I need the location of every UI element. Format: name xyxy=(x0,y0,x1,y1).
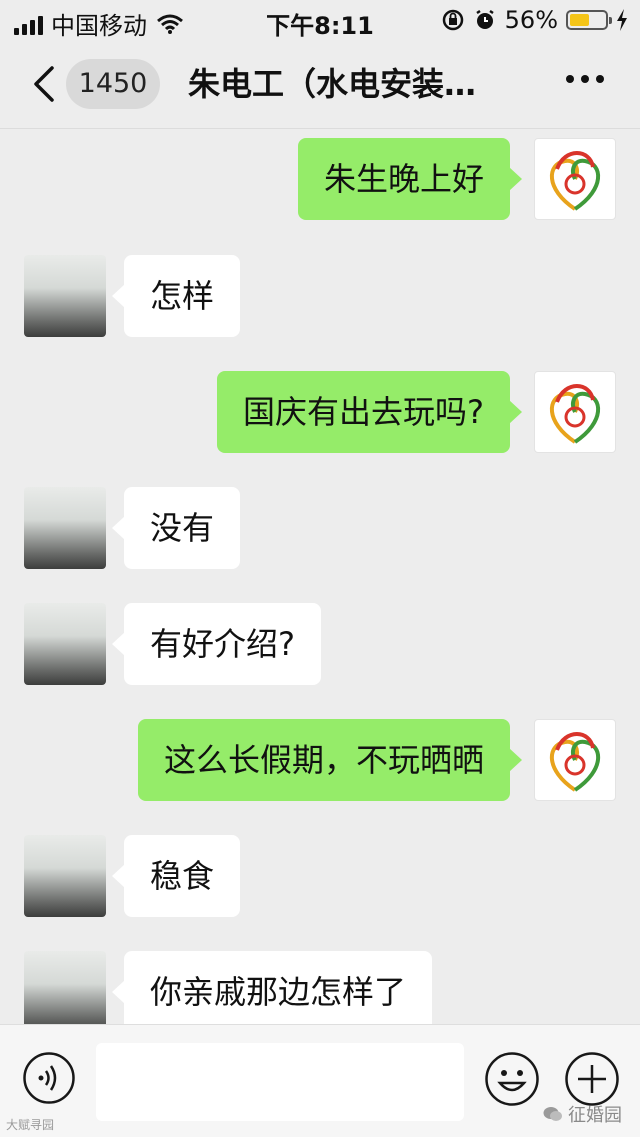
message-row: 这么长假期，不玩晒晒 xyxy=(0,719,640,801)
more-icon[interactable] xyxy=(566,75,604,83)
watermark-left: 大赋寻园 xyxy=(6,1118,55,1132)
message-input[interactable] xyxy=(96,1043,464,1121)
back-icon[interactable] xyxy=(30,64,60,104)
contact-avatar[interactable] xyxy=(24,487,106,569)
my-avatar[interactable] xyxy=(534,371,616,453)
watermark-right: 征婚园 xyxy=(543,1101,622,1127)
chat-header: 1450 朱电工（水电安装… xyxy=(0,42,640,129)
contact-avatar[interactable] xyxy=(24,951,106,1024)
chat-input-bar: 大赋寻园 征婚园 xyxy=(0,1024,640,1137)
emoji-icon[interactable] xyxy=(484,1051,540,1107)
message-row: 国庆有出去玩吗? xyxy=(0,371,640,453)
message-bubble-outgoing[interactable]: 这么长假期，不玩晒晒 xyxy=(137,719,523,801)
message-bubble-incoming[interactable]: 怎样 xyxy=(111,255,241,337)
message-bubble-incoming[interactable]: 有好介绍? xyxy=(112,603,321,685)
status-bar: 中国移动 下午8:11 56% xyxy=(0,0,640,42)
battery-percent: 56% xyxy=(504,6,558,34)
charging-icon xyxy=(617,9,627,31)
message-bubble-outgoing[interactable]: 朱生晚上好 xyxy=(297,138,523,220)
battery-icon xyxy=(566,10,612,30)
my-avatar[interactable] xyxy=(534,719,616,801)
heart-logo-avatar-image xyxy=(549,732,601,792)
chat-title: 朱电工（水电安装… xyxy=(188,65,477,103)
contact-avatar[interactable] xyxy=(24,603,106,685)
voice-icon[interactable] xyxy=(22,1051,76,1105)
contact-avatar[interactable] xyxy=(24,255,106,337)
message-row: 没有 xyxy=(0,487,640,569)
message-bubble-incoming[interactable]: 稳食 xyxy=(111,835,241,917)
plus-icon[interactable] xyxy=(564,1051,620,1107)
unread-count-badge[interactable]: 1450 xyxy=(66,59,160,109)
message-row: 朱生晚上好 xyxy=(0,138,640,220)
my-avatar[interactable] xyxy=(534,138,616,220)
message-list[interactable]: 朱生晚上好 怎样 国庆有出去玩吗? 没有 有好介绍? 这么长假期，不玩晒晒 稳食… xyxy=(0,129,640,1024)
status-right: 56% xyxy=(441,6,628,34)
alarm-icon xyxy=(475,9,494,29)
message-row: 你亲戚那边怎样了 xyxy=(0,951,640,1024)
message-bubble-incoming[interactable]: 你亲戚那边怎样了 xyxy=(111,951,433,1024)
wechat-icon xyxy=(543,1107,562,1121)
heart-logo-avatar-image xyxy=(549,384,601,444)
rotation-lock-icon xyxy=(442,9,463,31)
battery-nub xyxy=(609,17,612,24)
message-row: 有好介绍? xyxy=(0,603,640,685)
message-row: 稳食 xyxy=(0,835,640,917)
heart-logo-avatar-image xyxy=(549,151,601,211)
battery-fill xyxy=(570,14,589,26)
watermark-right-label: 征婚园 xyxy=(568,1105,622,1126)
message-row: 怎样 xyxy=(0,255,640,337)
message-bubble-outgoing[interactable]: 国庆有出去玩吗? xyxy=(217,371,522,453)
message-bubble-incoming[interactable]: 没有 xyxy=(111,487,241,569)
contact-avatar[interactable] xyxy=(24,835,106,917)
